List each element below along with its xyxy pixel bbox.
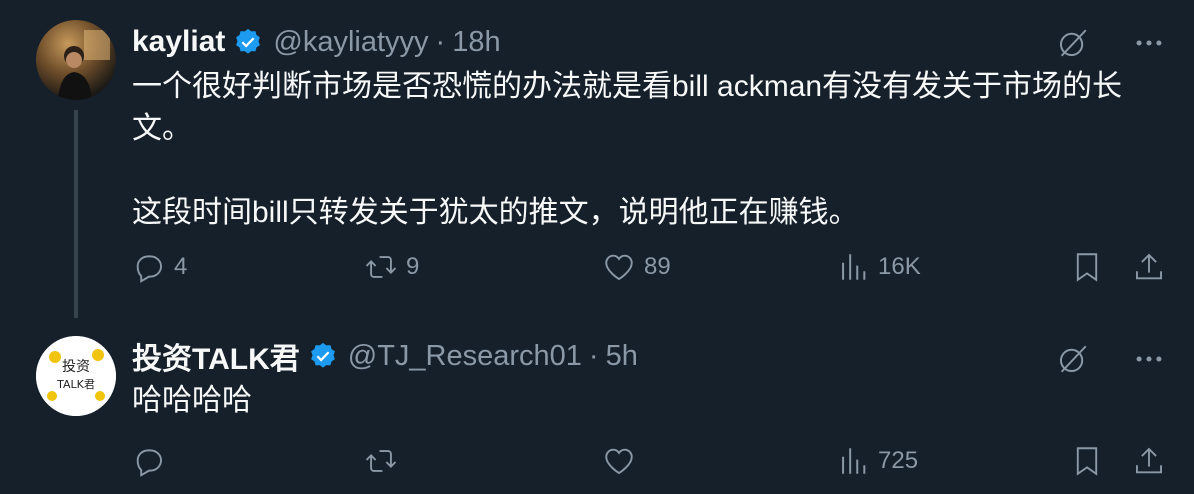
avatar[interactable] bbox=[36, 20, 116, 100]
separator-dot: · bbox=[588, 339, 599, 372]
like-button[interactable]: 89 bbox=[602, 250, 671, 284]
views-icon bbox=[836, 250, 870, 284]
retweet-count: 9 bbox=[406, 253, 420, 280]
share-button[interactable] bbox=[1132, 444, 1166, 478]
separator-dot: · bbox=[435, 25, 446, 58]
views-count: 725 bbox=[878, 447, 919, 474]
tweet-text: 哈哈哈哈 bbox=[132, 380, 1152, 422]
reply-icon bbox=[132, 444, 166, 478]
tweet-actions: 725 bbox=[132, 444, 1172, 484]
avatar[interactable]: 投资 TALK君 bbox=[36, 336, 116, 416]
tweet-paragraph: 哈哈哈哈 bbox=[132, 384, 252, 417]
share-button[interactable] bbox=[1132, 250, 1166, 284]
like-button[interactable] bbox=[602, 444, 644, 478]
display-name[interactable]: kayliat bbox=[132, 25, 225, 59]
bookmark-icon bbox=[1070, 250, 1104, 284]
avatar-text: 投资 bbox=[62, 359, 90, 375]
like-icon bbox=[602, 250, 636, 284]
tweet-paragraph: 这段时间bill只转发关于犹太的推文，说明他正在赚钱。 bbox=[132, 196, 859, 229]
verified-icon bbox=[236, 28, 261, 54]
reply-button[interactable] bbox=[132, 444, 174, 478]
thread-line bbox=[74, 110, 78, 318]
handle[interactable]: @TJ_Research01 bbox=[348, 340, 582, 373]
tweet-text: 一个很好判断市场是否恐慌的办法就是看bill ackman有没有发关于市场的长文… bbox=[132, 66, 1152, 234]
timestamp[interactable]: 5h bbox=[606, 340, 638, 373]
retweet-icon bbox=[364, 444, 398, 478]
bookmark-button[interactable] bbox=[1070, 444, 1104, 478]
views-button[interactable]: 725 bbox=[836, 444, 918, 478]
tweet[interactable]: 投资 TALK君 投资TALK君 @TJ_Research01 · 5h 哈哈哈… bbox=[0, 320, 1194, 494]
handle[interactable]: @kayliatyyy bbox=[273, 26, 428, 59]
grok-icon[interactable] bbox=[1056, 26, 1090, 60]
tweet[interactable]: kayliat @kayliatyyy · 18h 一个很好判断市场是否恐慌的办… bbox=[0, 0, 1194, 320]
views-icon bbox=[836, 444, 870, 478]
reply-button[interactable]: 4 bbox=[132, 250, 187, 284]
views-button[interactable]: 16K bbox=[836, 250, 921, 284]
tweet-top-actions bbox=[1056, 342, 1166, 376]
avatar-text: TALK君 bbox=[56, 378, 95, 391]
like-count: 89 bbox=[644, 253, 671, 280]
share-icon bbox=[1132, 250, 1166, 284]
reply-icon bbox=[132, 250, 166, 284]
tweet-header: 投资TALK君 @TJ_Research01 · 5h bbox=[132, 338, 638, 377]
retweet-icon bbox=[364, 250, 398, 284]
grok-icon[interactable] bbox=[1056, 342, 1090, 376]
retweet-button[interactable]: 9 bbox=[364, 250, 419, 284]
more-icon[interactable] bbox=[1132, 342, 1166, 376]
tweet-top-actions bbox=[1056, 26, 1166, 60]
bookmark-button[interactable] bbox=[1070, 250, 1104, 284]
verified-icon bbox=[310, 342, 335, 368]
display-name[interactable]: 投资TALK君 bbox=[132, 334, 300, 378]
more-icon[interactable] bbox=[1132, 26, 1166, 60]
reply-count: 4 bbox=[174, 253, 188, 280]
tweet-actions: 4 9 89 16K bbox=[132, 250, 1172, 290]
avatar-photo bbox=[58, 30, 110, 100]
timestamp[interactable]: 18h bbox=[452, 26, 500, 59]
tweet-paragraph: 一个很好判断市场是否恐慌的办法就是看bill ackman有没有发关于市场的长文… bbox=[132, 70, 1123, 145]
share-icon bbox=[1132, 444, 1166, 478]
avatar-logo: 投资 TALK君 bbox=[36, 336, 116, 416]
retweet-button[interactable] bbox=[364, 444, 406, 478]
tweet-header: kayliat @kayliatyyy · 18h bbox=[132, 22, 501, 62]
views-count: 16K bbox=[878, 253, 921, 280]
bookmark-icon bbox=[1070, 444, 1104, 478]
like-icon bbox=[602, 444, 636, 478]
